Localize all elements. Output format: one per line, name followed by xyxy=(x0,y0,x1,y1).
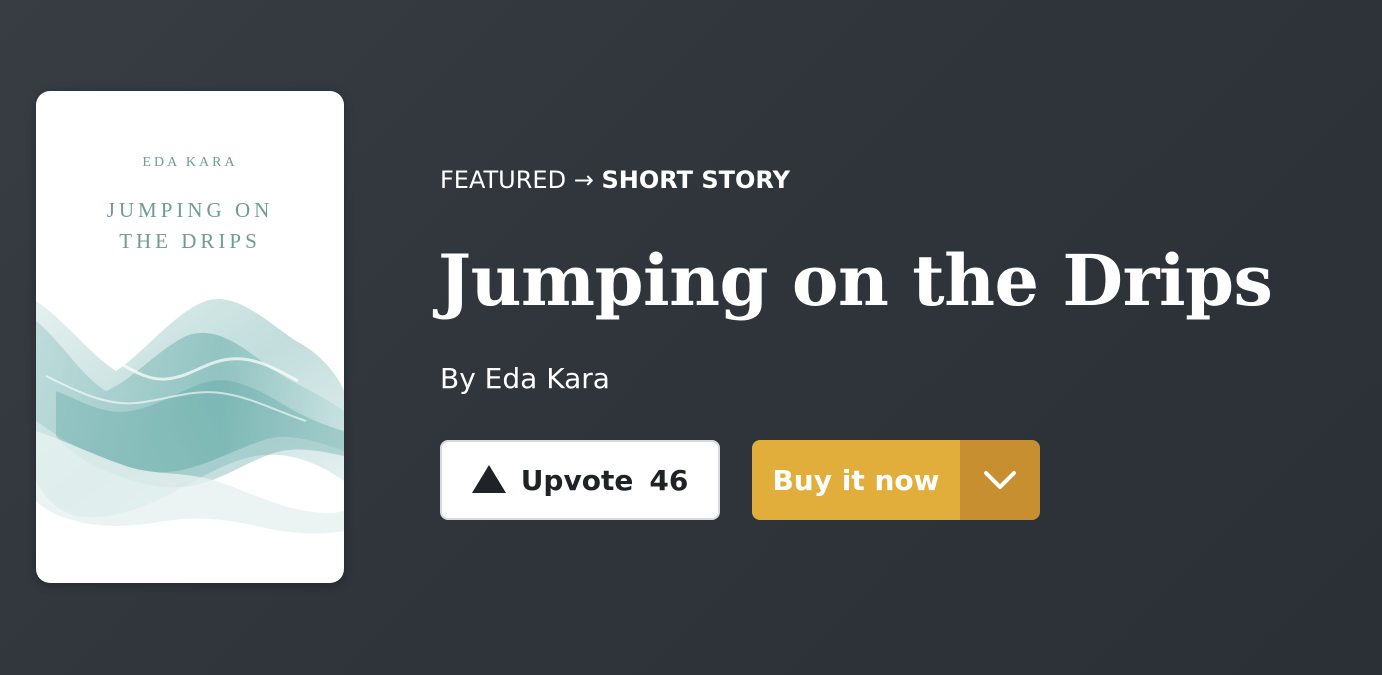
upvote-button[interactable]: Upvote 46 xyxy=(440,440,720,520)
author-byline: By Eda Kara xyxy=(440,362,610,395)
breadcrumb-current[interactable]: SHORT STORY xyxy=(601,166,790,194)
cover-author: EDA KARA xyxy=(142,155,238,170)
book-cover[interactable]: EDA KARA JUMPING ON THE DRIPS xyxy=(36,91,344,583)
breadcrumb: FEATURED → SHORT STORY xyxy=(440,166,790,194)
buy-now-button[interactable]: Buy it now xyxy=(752,440,960,520)
breadcrumb-parent[interactable]: FEATURED xyxy=(440,166,566,194)
breadcrumb-separator: → xyxy=(573,166,594,194)
upvote-label: Upvote xyxy=(520,463,634,497)
watercolor-wave-art xyxy=(36,299,344,534)
cover-title: JUMPING ON THE DRIPS xyxy=(106,198,274,253)
page-title: Jumping on the Drips xyxy=(438,239,1273,322)
upvote-count: 46 xyxy=(649,463,689,497)
buy-now-label: Buy it now xyxy=(772,463,940,497)
buy-options-dropdown-button[interactable] xyxy=(960,440,1040,520)
chevron-down-icon xyxy=(984,471,1016,489)
buy-button-group: Buy it now xyxy=(752,440,1040,520)
triangle-up-icon xyxy=(471,465,506,493)
